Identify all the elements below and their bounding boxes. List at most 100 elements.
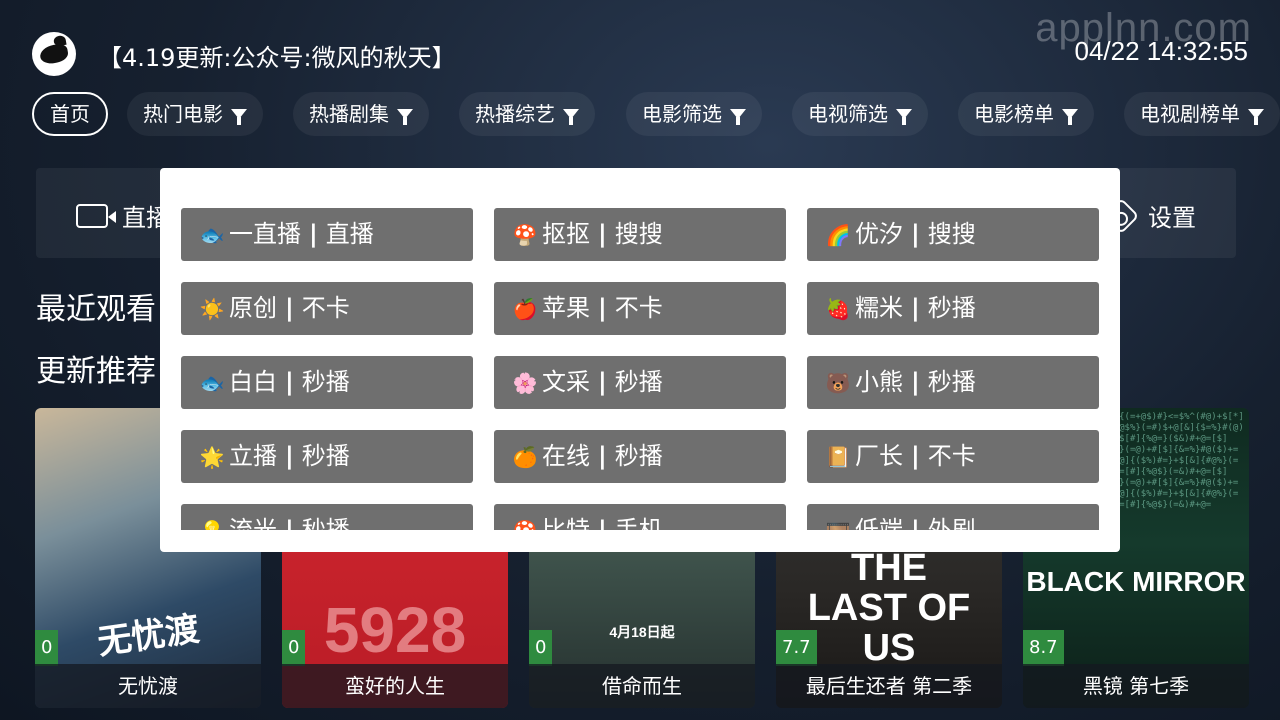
- source-button[interactable]: 🍓 糯米 | 秒播: [807, 282, 1099, 335]
- source-icon: 🌸: [512, 371, 538, 395]
- source-icon: 📔: [825, 445, 851, 469]
- source-select-dialog: 🐟 一直播 | 直播 🍄 抠抠 | 搜搜 🌈 优汐 | 搜搜 ☀️ 原创 | 不卡 🍎 苹果 | 不卡 🍓 糯米 | 秒播 🐟 白…: [160, 168, 1120, 552]
- source-tag: 搜搜: [927, 220, 976, 248]
- source-name: 低端: [855, 516, 903, 530]
- nav-tab[interactable]: 热播剧集: [293, 92, 429, 136]
- poster-title: 黑镜 第七季: [1023, 664, 1249, 708]
- app-logo: [32, 32, 76, 76]
- source-icon: 🌟: [199, 445, 225, 469]
- separator: |: [285, 294, 294, 322]
- score-badge: 0: [529, 630, 553, 666]
- nav-tab-label: 电影筛选: [642, 102, 722, 126]
- nav-tab[interactable]: 电视剧榜单: [1124, 92, 1280, 136]
- poster-title: 最后生还者 第二季: [776, 664, 1002, 708]
- source-icon: 🍄: [512, 223, 538, 247]
- source-button[interactable]: ☀️ 原创 | 不卡: [181, 282, 473, 335]
- source-tag: 直播: [325, 220, 374, 248]
- source-button[interactable]: 🍄 抠抠 | 搜搜: [494, 208, 786, 261]
- nav-tab[interactable]: 首页: [32, 92, 108, 136]
- source-button[interactable]: 🐻 小熊 | 秒播: [807, 356, 1099, 409]
- separator: |: [911, 516, 920, 530]
- source-name: 比特: [542, 516, 590, 530]
- source-button[interactable]: 🐟 一直播 | 直播: [181, 208, 473, 261]
- nav-tab[interactable]: 电影榜单: [958, 92, 1094, 136]
- source-tag: 手机: [614, 516, 663, 530]
- filter-icon: [1248, 109, 1264, 125]
- source-icon: 🐟: [199, 371, 225, 395]
- source-name: 厂长: [855, 442, 903, 470]
- separator: |: [598, 294, 607, 322]
- source-button[interactable]: 📔 厂长 | 不卡: [807, 430, 1099, 483]
- nav-tab-label: 电视筛选: [808, 102, 888, 126]
- separator: |: [598, 368, 607, 396]
- source-icon: 🐻: [825, 371, 851, 395]
- nav-tab-label: 热门电影: [143, 102, 223, 126]
- source-grid: 🐟 一直播 | 直播 🍄 抠抠 | 搜搜 🌈 优汐 | 搜搜 ☀️ 原创 | 不卡 🍎 苹果 | 不卡 🍓 糯米 | 秒播 🐟 白…: [181, 208, 1099, 530]
- filter-icon: [896, 109, 912, 125]
- poster-title: 借命而生: [529, 664, 755, 708]
- filter-icon: [563, 109, 579, 125]
- source-tag: 秒播: [927, 294, 976, 322]
- source-name: 文采: [542, 368, 590, 396]
- separator: |: [285, 516, 294, 530]
- source-button[interactable]: 🐟 白白 | 秒播: [181, 356, 473, 409]
- nav-tab[interactable]: 热播综艺: [459, 92, 595, 136]
- camera-icon: [76, 203, 116, 228]
- nav-tab-label: 热播综艺: [475, 102, 555, 126]
- source-name: 一直播: [229, 220, 301, 248]
- separator: |: [285, 368, 294, 396]
- source-tag: 秒播: [301, 516, 350, 530]
- source-button[interactable]: 🌸 文采 | 秒播: [494, 356, 786, 409]
- live-button[interactable]: 直播: [76, 198, 170, 233]
- source-button[interactable]: 🎞️低端 | 外剧: [807, 504, 1099, 530]
- poster-art-text: 4月18日起: [609, 624, 675, 640]
- source-name: 小熊: [855, 368, 903, 396]
- poster-art-text: 5928: [323, 594, 467, 666]
- poster-art-text: BLACK MIRROR: [1026, 566, 1246, 597]
- source-icon: 💡: [197, 505, 227, 530]
- filter-icon: [397, 109, 413, 125]
- notice-text: 【4.19更新:公众号:微风的秋天】: [98, 44, 456, 72]
- settings-button[interactable]: 设置: [1102, 197, 1196, 234]
- source-button[interactable]: 🌟 立播 | 秒播: [181, 430, 473, 483]
- source-icon: 🍎: [512, 297, 538, 321]
- separator: |: [598, 442, 607, 470]
- source-tag: 秒播: [614, 368, 663, 396]
- separator: |: [911, 368, 920, 396]
- poster-title: 蛮好的人生: [282, 664, 508, 708]
- source-name: 立播: [229, 442, 277, 470]
- nav-tab-label: 首页: [50, 102, 90, 126]
- source-button[interactable]: 🍄比特 | 手机: [494, 504, 786, 530]
- nav-tab[interactable]: 电视筛选: [792, 92, 928, 136]
- source-name: 糯米: [855, 294, 903, 322]
- separator: |: [911, 220, 920, 248]
- separator: |: [911, 294, 920, 322]
- filter-icon: [231, 109, 247, 125]
- source-name: 原创: [229, 294, 277, 322]
- score-badge: 0: [35, 630, 59, 666]
- source-tag: 秒播: [927, 368, 976, 396]
- settings-label: 设置: [1148, 204, 1196, 232]
- filter-icon: [1062, 109, 1078, 125]
- poster-title: 无忧渡: [35, 664, 261, 708]
- source-tag: 搜搜: [614, 220, 663, 248]
- nav-tab[interactable]: 电影筛选: [626, 92, 762, 136]
- score-badge: 0: [282, 630, 306, 666]
- separator: |: [285, 442, 294, 470]
- source-name: 流光: [229, 516, 277, 530]
- source-icon: ☀️: [199, 297, 225, 321]
- source-button[interactable]: 🍎 苹果 | 不卡: [494, 282, 786, 335]
- score-badge: 7.7: [776, 630, 817, 666]
- source-icon: 🐟: [199, 223, 225, 247]
- source-button[interactable]: 🍊 在线 | 秒播: [494, 430, 786, 483]
- source-tag: 秒播: [614, 442, 663, 470]
- header: 【4.19更新:公众号:微风的秋天】 04/22 14:32:55: [32, 32, 1248, 76]
- clock: 04/22 14:32:55: [1074, 36, 1249, 66]
- source-button[interactable]: 💡流光 | 秒播: [181, 504, 473, 530]
- source-name: 白白: [229, 368, 277, 396]
- recent-section-title: 最近观看: [36, 292, 156, 327]
- nav-tab-label: 热播剧集: [309, 102, 389, 126]
- source-button[interactable]: 🌈 优汐 | 搜搜: [807, 208, 1099, 261]
- nav-tab[interactable]: 热门电影: [127, 92, 263, 136]
- recommend-section-title: 更新推荐: [36, 354, 156, 389]
